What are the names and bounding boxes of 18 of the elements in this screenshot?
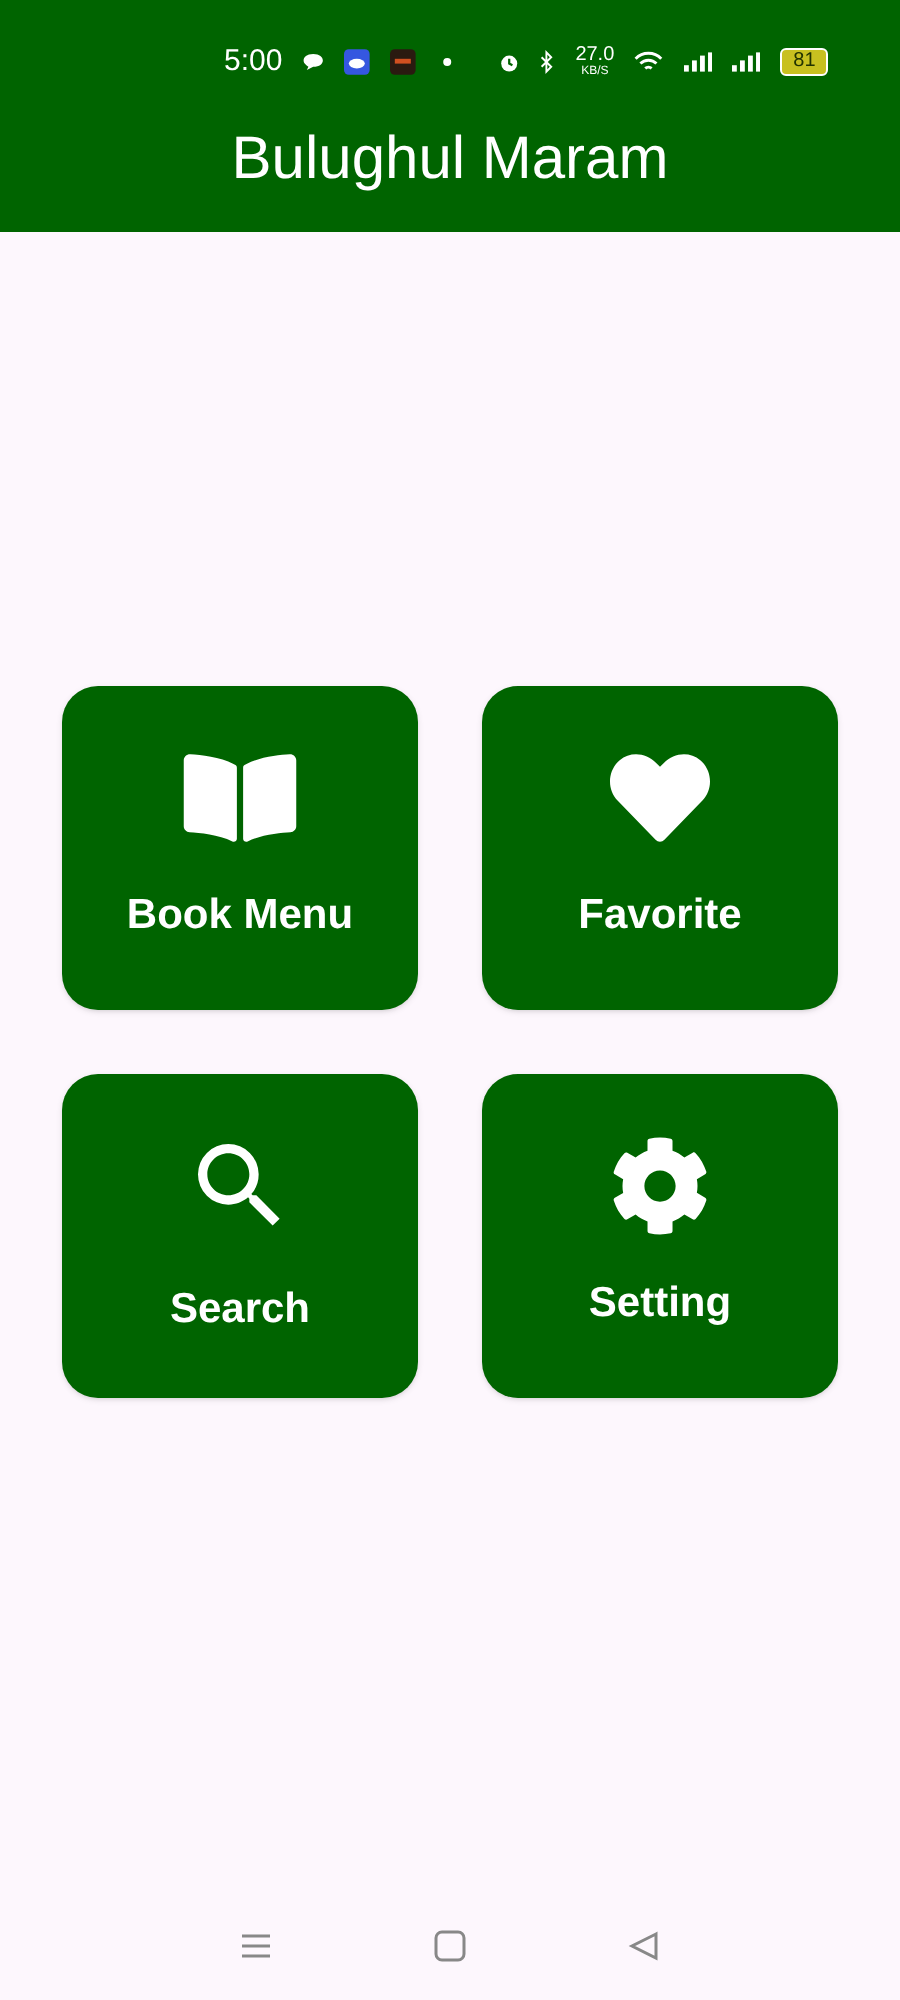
signal-icon xyxy=(683,50,712,74)
home-icon[interactable] xyxy=(433,1930,466,1962)
menu-tile[interactable]: Favorite xyxy=(482,686,838,1010)
battery-indicator: 81 xyxy=(780,48,829,76)
back-icon[interactable] xyxy=(627,1930,660,1962)
menu-tile[interactable]: Book Menu xyxy=(62,686,418,1010)
chat-icon xyxy=(302,50,325,74)
app-icon xyxy=(390,46,417,78)
bluetooth-icon xyxy=(540,48,556,76)
network-speed: 27.0 xyxy=(575,46,615,66)
menu-tile[interactable]: Setting xyxy=(482,1074,838,1398)
settings-icon xyxy=(610,1136,710,1237)
menu-tile[interactable]: Search xyxy=(62,1074,418,1398)
menu-icon[interactable] xyxy=(240,1932,273,1960)
signal-icon xyxy=(732,50,761,74)
weather-icon xyxy=(344,46,371,78)
status-time: 5:00 xyxy=(224,41,283,82)
app-title: Bulughul Maram xyxy=(231,124,669,196)
